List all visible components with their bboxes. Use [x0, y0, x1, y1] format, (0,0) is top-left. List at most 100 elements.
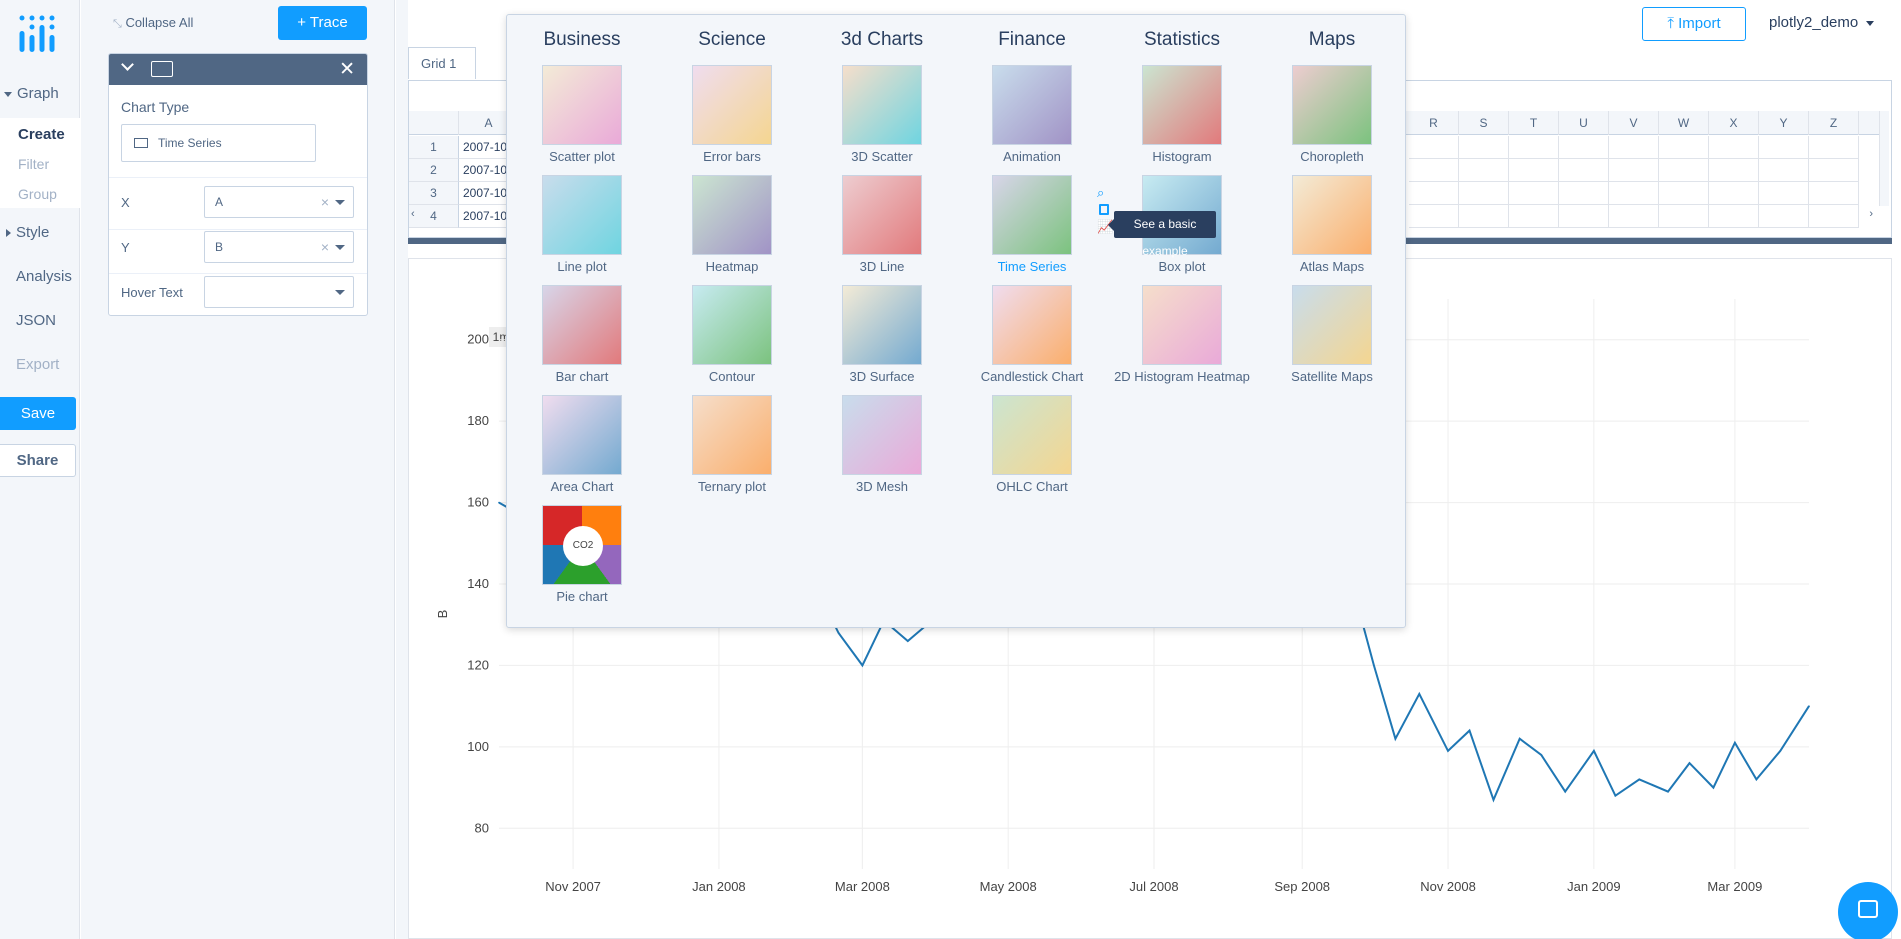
nav-create[interactable]: Create — [18, 126, 65, 143]
chart-type-tile[interactable]: CO2 Pie chart — [507, 505, 657, 605]
data-point[interactable] — [1688, 762, 1691, 764]
chevron-down-icon[interactable] — [335, 245, 345, 250]
add-trace-button[interactable]: + Trace — [278, 6, 367, 40]
data-point[interactable] — [1418, 693, 1421, 695]
vertical-scrollbar[interactable] — [1879, 111, 1889, 206]
grid-cell[interactable] — [1409, 205, 1459, 228]
chart-thumbnail-icon[interactable] — [692, 175, 772, 255]
data-point[interactable] — [861, 664, 864, 667]
chart-type-selector[interactable]: Time Series — [121, 124, 316, 162]
grid-cell[interactable] — [1509, 205, 1559, 228]
data-point[interactable] — [1734, 741, 1736, 744]
data-point[interactable] — [1779, 750, 1782, 752]
grid-cell[interactable] — [1459, 159, 1509, 182]
chart-type-tile[interactable]: Histogram — [1107, 65, 1257, 165]
close-icon[interactable]: ✕ — [339, 58, 355, 81]
column-header[interactable]: R — [1409, 111, 1459, 135]
import-button[interactable]: ⤒ Import — [1642, 7, 1746, 41]
chat-button[interactable] — [1838, 882, 1898, 939]
grid-cell[interactable] — [1809, 205, 1859, 228]
grid-cell[interactable] — [1709, 159, 1759, 182]
chart-type-tile[interactable]: Scatter plot — [507, 65, 657, 165]
grid-cell[interactable] — [1459, 182, 1509, 205]
collapse-all-button[interactable]: ⤡ Collapse All — [113, 15, 193, 31]
grid-tab[interactable]: Grid 1 — [408, 47, 476, 79]
chart-type-tile[interactable]: Atlas Maps — [1257, 175, 1407, 275]
nav-json[interactable]: JSON — [0, 312, 80, 329]
y-dropdown[interactable]: B × — [204, 231, 354, 263]
nav-graph[interactable]: Graph — [0, 85, 80, 102]
clear-icon[interactable]: × — [321, 187, 329, 217]
chart-type-tile[interactable]: Ternary plot — [657, 395, 807, 495]
data-point[interactable] — [1373, 664, 1375, 667]
data-point[interactable] — [1518, 737, 1521, 740]
grid-cell[interactable] — [1659, 136, 1709, 159]
chart-thumbnail-icon[interactable] — [542, 65, 622, 145]
chart-thumbnail-icon[interactable] — [842, 65, 922, 145]
grid-cell[interactable] — [1809, 182, 1859, 205]
chart-type-tile[interactable]: Satellite Maps — [1257, 285, 1407, 385]
grid-cell[interactable] — [1609, 159, 1659, 182]
chart-type-tile[interactable]: Contour — [657, 285, 807, 385]
grid-cell[interactable] — [1609, 182, 1659, 205]
x-dropdown[interactable]: A × — [204, 186, 354, 218]
chart-type-tile[interactable]: Time Series — [957, 175, 1107, 275]
data-point[interactable] — [1614, 794, 1617, 797]
grid-cell[interactable] — [1609, 205, 1659, 228]
grid-cell[interactable] — [1709, 205, 1759, 228]
data-point[interactable] — [1492, 798, 1495, 801]
chart-type-tile[interactable]: OHLC Chart — [957, 395, 1107, 495]
grid-cell[interactable] — [1409, 182, 1459, 205]
grid-cell[interactable] — [1509, 159, 1559, 182]
data-point[interactable] — [1447, 750, 1449, 752]
row-header[interactable]: 1 — [409, 136, 459, 159]
user-menu[interactable]: plotly2_demo — [1769, 14, 1875, 31]
chart-thumbnail-icon[interactable] — [692, 285, 772, 365]
grid-cell[interactable] — [1759, 159, 1809, 182]
chart-type-tile[interactable]: Error bars — [657, 65, 807, 165]
chart-type-tile[interactable]: Line plot — [507, 175, 657, 275]
nav-filter[interactable]: Filter — [18, 156, 49, 172]
grid-cell[interactable] — [1759, 136, 1809, 159]
chart-thumbnail-icon[interactable] — [842, 395, 922, 475]
plotly-logo-icon[interactable] — [16, 14, 60, 54]
chevron-down-icon[interactable] — [335, 200, 345, 205]
data-point[interactable] — [1712, 786, 1715, 789]
chart-thumbnail-icon[interactable] — [1292, 285, 1372, 365]
chart-thumbnail-icon[interactable] — [542, 395, 622, 475]
grid-cell[interactable] — [1509, 182, 1559, 205]
chart-type-tile[interactable]: Heatmap — [657, 175, 807, 275]
grid-cell[interactable] — [1759, 205, 1809, 228]
grid-cell[interactable] — [1759, 182, 1809, 205]
column-header[interactable]: Y — [1759, 111, 1809, 135]
nav-style[interactable]: Style — [0, 224, 80, 241]
row-header[interactable]: 2 — [409, 159, 459, 182]
chart-thumbnail-icon[interactable]: CO2 — [542, 505, 622, 585]
column-header[interactable]: V — [1609, 111, 1659, 135]
grid-cell[interactable] — [1709, 182, 1759, 205]
row-header[interactable]: 4 — [409, 205, 459, 228]
grid-cell[interactable] — [1809, 136, 1859, 159]
data-point[interactable] — [1394, 737, 1397, 740]
data-point[interactable] — [1808, 705, 1810, 707]
grid-cell[interactable] — [1459, 136, 1509, 159]
chart-thumbnail-icon[interactable] — [842, 285, 922, 365]
chart-thumbnail-icon[interactable] — [992, 285, 1072, 365]
chart-type-tile[interactable]: Candlestick Chart — [957, 285, 1107, 385]
chart-thumbnail-icon[interactable] — [992, 65, 1072, 145]
column-header[interactable]: T — [1509, 111, 1559, 135]
chart-thumbnail-icon[interactable] — [992, 175, 1072, 255]
nav-analysis[interactable]: Analysis — [0, 268, 80, 285]
chart-thumbnail-icon[interactable] — [842, 175, 922, 255]
scroll-left-icon[interactable]: ‹ — [411, 208, 415, 220]
data-point[interactable] — [837, 632, 840, 634]
chart-thumbnail-icon[interactable] — [992, 395, 1072, 475]
chart-type-tile[interactable]: Animation — [957, 65, 1107, 165]
trace-header[interactable]: ✕ — [109, 54, 367, 85]
grid-cell[interactable] — [1559, 136, 1609, 159]
chart-type-tile[interactable]: 3D Line — [807, 175, 957, 275]
data-point[interactable] — [1540, 754, 1543, 756]
data-point[interactable] — [1638, 778, 1641, 781]
column-header[interactable]: X — [1709, 111, 1759, 135]
grid-cell[interactable] — [1809, 159, 1859, 182]
